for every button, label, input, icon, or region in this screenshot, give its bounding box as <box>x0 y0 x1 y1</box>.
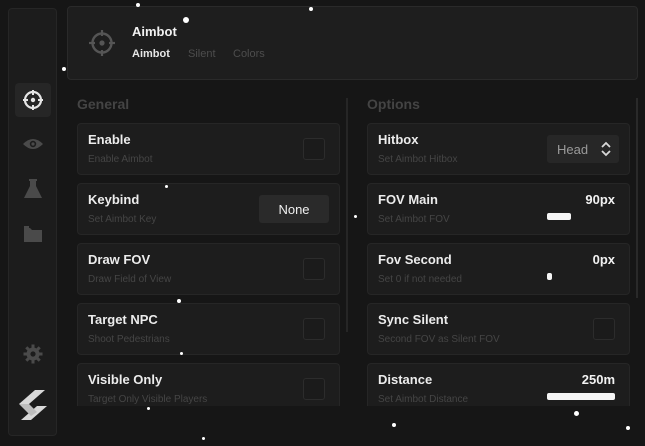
setting-fov-second: Fov Second Set 0 if not needed 0px <box>367 243 630 295</box>
brand-logo-icon <box>19 390 47 420</box>
setting-keybind: Keybind Set Aimbot Key None <box>77 183 340 235</box>
setting-enable: Enable Enable Aimbot <box>77 123 340 175</box>
chevron-up-down-icon <box>599 140 613 158</box>
target-npc-checkbox[interactable] <box>303 318 325 340</box>
setting-title: Sync Silent <box>378 312 449 327</box>
section-title-options: Options <box>367 96 420 112</box>
folder-icon <box>24 226 42 242</box>
overlay-dot <box>180 352 183 355</box>
enable-checkbox[interactable] <box>303 138 325 160</box>
sidebar-item-settings[interactable] <box>15 337 51 371</box>
setting-subtitle: Draw Field of View <box>88 274 172 285</box>
setting-title: Keybind <box>88 192 140 207</box>
header-panel: Aimbot Aimbot Silent Colors <box>67 6 638 80</box>
setting-target-npc: Target NPC Shoot Pedestrians <box>77 303 340 355</box>
crosshair-icon <box>89 30 115 56</box>
setting-subtitle: Target Only Visible Players <box>88 394 208 405</box>
overlay-dot <box>147 407 150 410</box>
draw-fov-checkbox[interactable] <box>303 258 325 280</box>
flask-icon <box>24 179 42 198</box>
setting-title: Fov Second <box>378 252 452 267</box>
overlay-dot <box>62 67 66 71</box>
keybind-button[interactable]: None <box>259 195 329 223</box>
overlay-dot <box>177 299 181 303</box>
setting-title: Hitbox <box>378 132 419 147</box>
setting-title: Distance <box>378 372 433 387</box>
eye-icon <box>23 139 43 149</box>
setting-subtitle: Set Aimbot Distance <box>378 394 469 405</box>
setting-title: Visible Only <box>88 372 163 387</box>
crosshair-icon <box>23 90 43 110</box>
setting-subtitle: Set Aimbot Key <box>88 214 157 225</box>
fov-second-value: 0px <box>592 252 615 267</box>
slider-fill <box>547 213 571 220</box>
overlay-dot <box>354 215 357 218</box>
tab-silent[interactable]: Silent <box>188 48 216 60</box>
sidebar-item-aimbot[interactable] <box>15 83 51 117</box>
brand-logo <box>15 385 51 425</box>
options-scrollbar[interactable] <box>636 98 638 298</box>
sync-silent-checkbox[interactable] <box>593 318 615 340</box>
setting-title: Draw FOV <box>88 252 151 267</box>
setting-hitbox: Hitbox Set Aimbot Hitbox Head <box>367 123 630 175</box>
tab-colors[interactable]: Colors <box>233 48 265 60</box>
overlay-dot <box>202 437 205 440</box>
overlay-dot <box>136 3 140 7</box>
sidebar-item-visuals[interactable] <box>15 127 51 161</box>
setting-subtitle: Shoot Pedestrians <box>88 334 170 345</box>
fov-main-slider[interactable] <box>547 213 615 220</box>
column-divider <box>346 98 348 332</box>
overlay-dot <box>183 17 189 23</box>
visible-only-checkbox[interactable] <box>303 378 325 400</box>
setting-title: Enable <box>88 132 131 147</box>
overlay-dot <box>392 423 396 427</box>
setting-sync-silent: Sync Silent Second FOV as Silent FOV <box>367 303 630 355</box>
overlay-dot <box>574 411 579 416</box>
distance-value: 250m <box>581 372 615 387</box>
setting-title: FOV Main <box>378 192 438 207</box>
setting-fov-main: FOV Main Set Aimbot FOV 90px <box>367 183 630 235</box>
setting-distance: Distance Set Aimbot Distance 250m <box>367 363 630 406</box>
overlay-dot <box>626 426 630 430</box>
sidebar-item-configs[interactable] <box>15 217 51 251</box>
tab-aimbot[interactable]: Aimbot <box>132 48 170 60</box>
slider-fill <box>547 273 552 280</box>
section-title-general: General <box>77 96 130 112</box>
setting-subtitle: Set Aimbot Hitbox <box>378 154 458 165</box>
fov-second-slider[interactable] <box>547 273 615 280</box>
setting-subtitle: Set Aimbot FOV <box>378 214 450 225</box>
overlay-dot <box>309 7 313 11</box>
setting-title: Target NPC <box>88 312 158 327</box>
fov-main-value: 90px <box>585 192 615 207</box>
slider-fill <box>547 393 615 400</box>
setting-subtitle: Set 0 if not needed <box>378 274 462 285</box>
gear-icon <box>23 344 43 364</box>
setting-visible-only: Visible Only Target Only Visible Players <box>77 363 340 406</box>
hitbox-select[interactable]: Head <box>547 135 619 163</box>
setting-subtitle: Enable Aimbot <box>88 154 153 165</box>
setting-subtitle: Second FOV as Silent FOV <box>378 334 500 345</box>
sidebar-item-misc[interactable] <box>15 172 51 206</box>
sidebar <box>8 8 57 436</box>
distance-slider[interactable] <box>547 393 615 400</box>
hitbox-select-value: Head <box>557 142 589 157</box>
page-title: Aimbot <box>132 24 177 39</box>
overlay-dot <box>165 185 168 188</box>
setting-draw-fov: Draw FOV Draw Field of View <box>77 243 340 295</box>
